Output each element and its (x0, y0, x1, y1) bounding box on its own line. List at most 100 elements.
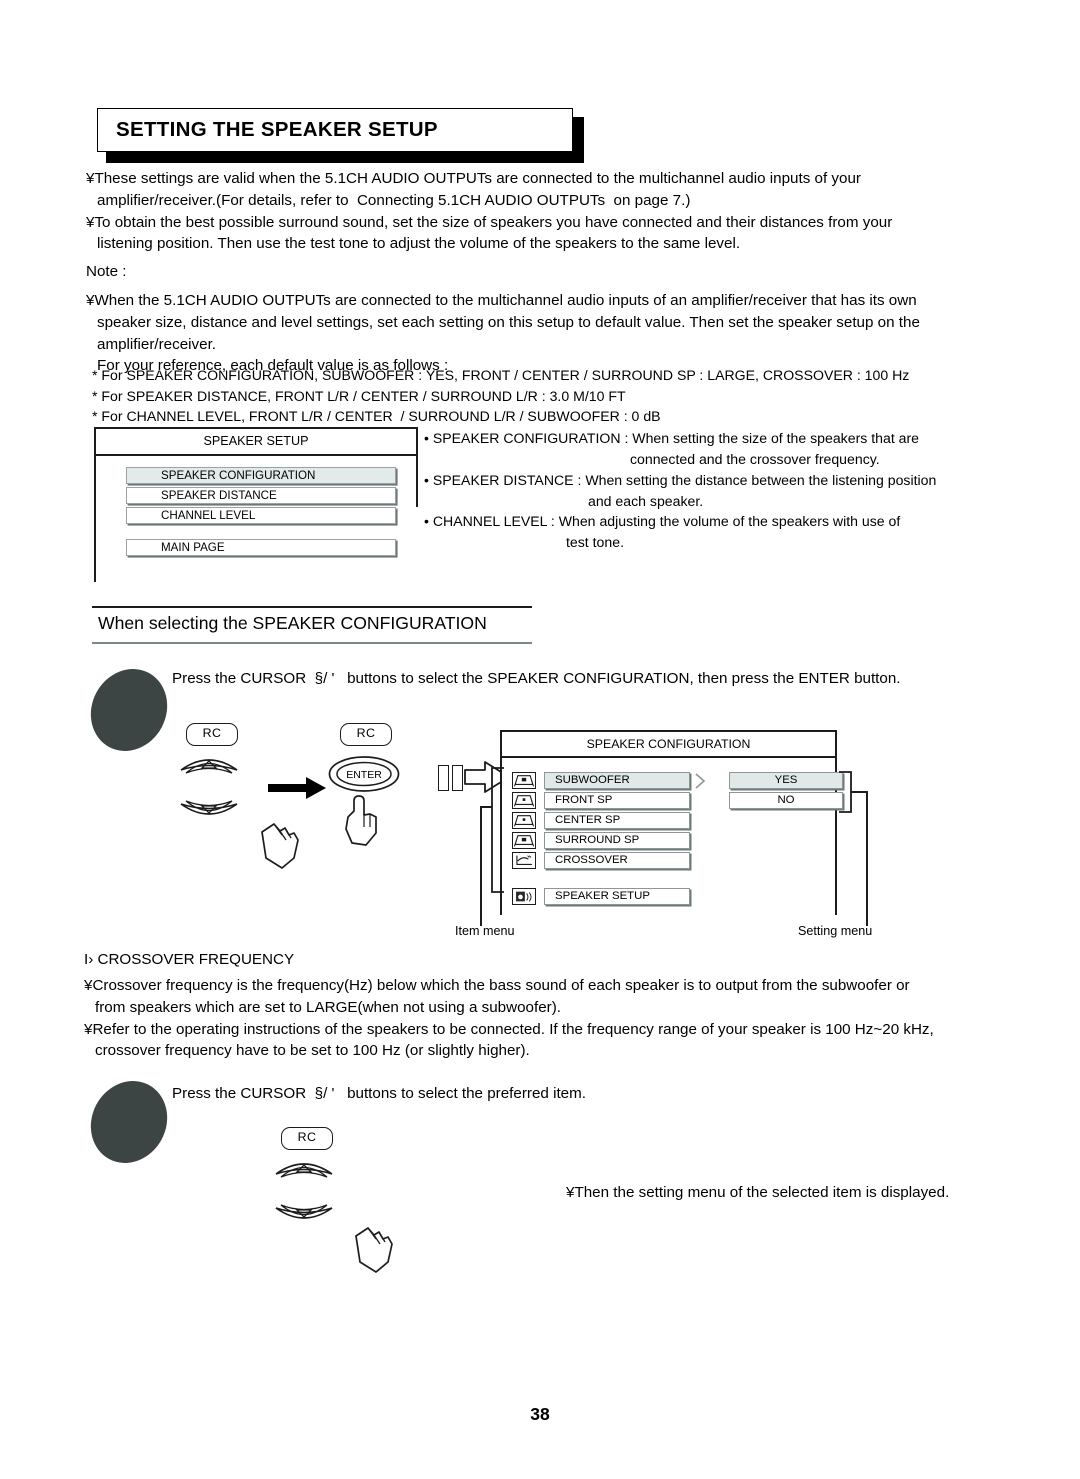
rc-badge-3: RC (281, 1127, 333, 1150)
bullet-icon: • (424, 472, 429, 488)
note-defaults: * For SPEAKER CONFIGURATION, SUBWOOFER :… (92, 365, 1022, 427)
config-item-label: SURROUND SP (555, 834, 640, 846)
intro-bullet-2-line-1: ¥To obtain the best possible surround so… (86, 213, 893, 231)
osd2-header-separator (502, 756, 835, 758)
config-item-surround-sp[interactable]: SURROUND SP (544, 832, 690, 849)
bullet-icon: • (424, 430, 429, 446)
title-box: SETTING THE SPEAKER SETUP (97, 108, 573, 152)
description-2: • SPEAKER DISTANCE : When setting the di… (424, 470, 1004, 511)
enter-label: ENTER (346, 769, 382, 781)
description-text-cont: test tone. (566, 533, 624, 550)
menu-item-main-page[interactable]: MAIN PAGE (126, 539, 396, 556)
note-default-2: * For SPEAKER DISTANCE, FRONT L/R / CENT… (92, 387, 626, 404)
config-item-crossover[interactable]: CROSSOVER (544, 852, 690, 869)
intro-bullet-2-line-2: listening position. Then use the test to… (97, 235, 741, 253)
description-1: • SPEAKER CONFIGURATION : When setting t… (424, 428, 1004, 469)
menu-item-channel-level[interactable]: CHANNEL LEVEL (126, 507, 396, 524)
section-heading-label: When selecting the SPEAKER CONFIGURATION (98, 613, 487, 633)
intro-block: ¥These settings are valid when the 5.1CH… (86, 168, 1006, 255)
item-menu-caption: Item menu (455, 924, 515, 938)
note-line-3: amplifier/receiver. (97, 335, 217, 353)
option-no[interactable]: NO (729, 792, 843, 809)
config-item-label: CENTER SP (555, 814, 621, 826)
config-item-label: FRONT SP (555, 794, 613, 806)
step-1-instruction: Press the CURSOR §/ ' buttons to select … (172, 670, 901, 687)
config-item-label: SUBWOOFER (555, 774, 630, 786)
chevron-right-icon (695, 773, 706, 789)
item-menu-leader-line (480, 806, 482, 926)
osd-header-separator (94, 454, 418, 456)
cursor-up-button[interactable] (178, 748, 240, 776)
menu-item-label: SPEAKER CONFIGURATION (161, 469, 316, 482)
speaker-setup-icon (512, 888, 536, 905)
hand-pointer-icon-2 (345, 795, 377, 846)
setting-menu-caption: Setting menu (798, 924, 873, 938)
bullet-icon: • (424, 513, 429, 529)
osd2-header: SPEAKER CONFIGURATION (586, 737, 751, 751)
rc-badge-2: RC (340, 723, 392, 746)
note-line-2: speaker size, distance and level setting… (97, 313, 920, 331)
note-default-3: * For CHANNEL LEVEL, FRONT L/R / CENTER … (92, 408, 661, 425)
config-item-label: CROSSOVER (555, 854, 628, 866)
description-3: • CHANNEL LEVEL : When adjusting the vol… (424, 511, 1004, 552)
page-number: 38 (530, 1404, 550, 1424)
menu-item-speaker-distance[interactable]: SPEAKER DISTANCE (126, 487, 396, 504)
cursor-up-button-2[interactable] (273, 1152, 335, 1180)
crossover-line-3: ¥Refer to the operating instructions of … (84, 1020, 934, 1038)
step-2-result: ¥Then the setting menu of the selected i… (566, 1184, 950, 1201)
option-label: YES (774, 774, 798, 786)
config-item-front-sp[interactable]: FRONT SP (544, 792, 690, 809)
heading-rule-bottom (92, 641, 532, 644)
pause-bar-2 (452, 765, 463, 791)
menu-item-label: MAIN PAGE (161, 541, 225, 554)
menu-item-label: SPEAKER DISTANCE (161, 489, 277, 502)
cursor-down-button-2[interactable] (273, 1202, 335, 1230)
crossover-line-4: crossover frequency have to be set to 10… (95, 1042, 530, 1060)
speaker-configuration-osd: SPEAKER CONFIGURATION SUBWOOFER FRONT SP… (500, 730, 843, 915)
enter-button[interactable]: ENTER (328, 755, 400, 793)
cursor-down-button[interactable] (178, 798, 240, 826)
option-yes[interactable]: YES (729, 772, 843, 789)
speaker-icon-center (512, 812, 536, 829)
note-default-1: * For SPEAKER CONFIGURATION, SUBWOOFER :… (92, 367, 910, 383)
osd-right-border (416, 427, 418, 507)
hand-pointer-icon-3 (355, 1227, 393, 1273)
menu-item-label: CHANNEL LEVEL (161, 509, 256, 522)
crossover-line-1: ¥Crossover frequency is the frequency(Hz… (84, 977, 910, 994)
crossover-block: ¥Crossover frequency is the frequency(Hz… (84, 975, 1024, 1062)
intro-bullet-1-line-1: ¥These settings are valid when the 5.1CH… (86, 170, 861, 187)
note-label: Note : (86, 263, 127, 280)
setting-menu-leader-elbow (851, 791, 867, 793)
description-text: SPEAKER CONFIGURATION : When setting the… (432, 430, 920, 446)
config-item-speaker-setup[interactable]: SPEAKER SETUP (544, 888, 690, 905)
config-item-center-sp[interactable]: CENTER SP (544, 812, 690, 829)
flow-arrow-icon (268, 777, 326, 799)
option-label: NO (777, 794, 795, 806)
crossover-icon (512, 852, 536, 869)
config-item-label: SPEAKER SETUP (555, 890, 650, 902)
page-title-banner: SETTING THE SPEAKER SETUP (97, 108, 584, 163)
item-menu-leader-elbow (480, 806, 492, 808)
speaker-setup-osd: SPEAKER SETUP SPEAKER CONFIGURATION SPEA… (94, 427, 418, 582)
hand-pointer-icon-1 (261, 823, 299, 869)
pause-bar-1 (438, 765, 449, 791)
crossover-line-2: from speakers which are set to LARGE(whe… (95, 998, 561, 1016)
description-text-cont: connected and the crossover frequency. (630, 450, 880, 467)
osd-header: SPEAKER SETUP (203, 434, 309, 448)
config-item-subwoofer[interactable]: SUBWOOFER (544, 772, 690, 789)
description-text: SPEAKER DISTANCE : When setting the dist… (432, 472, 937, 488)
speaker-icon-surround (512, 832, 536, 849)
description-text: CHANNEL LEVEL : When adjusting the volum… (432, 513, 901, 529)
speaker-icon-front (512, 792, 536, 809)
setting-menu-leader-line (866, 791, 868, 926)
speaker-icon-subwoofer (512, 772, 536, 789)
step-2-instruction: Press the CURSOR §/ ' buttons to select … (172, 1085, 586, 1102)
item-menu-bracket (491, 767, 504, 893)
section-heading: When selecting the SPEAKER CONFIGURATION (92, 606, 532, 644)
menu-item-speaker-configuration[interactable]: SPEAKER CONFIGURATION (126, 467, 396, 484)
step-marker-1 (76, 655, 182, 765)
manual-page: SETTING THE SPEAKER SETUP ¥These setting… (0, 0, 1080, 1479)
intro-bullet-1-line-2: amplifier/receiver.(For details, refer t… (97, 191, 691, 209)
step-marker-2 (76, 1067, 182, 1177)
rc-badge-1: RC (186, 723, 238, 746)
